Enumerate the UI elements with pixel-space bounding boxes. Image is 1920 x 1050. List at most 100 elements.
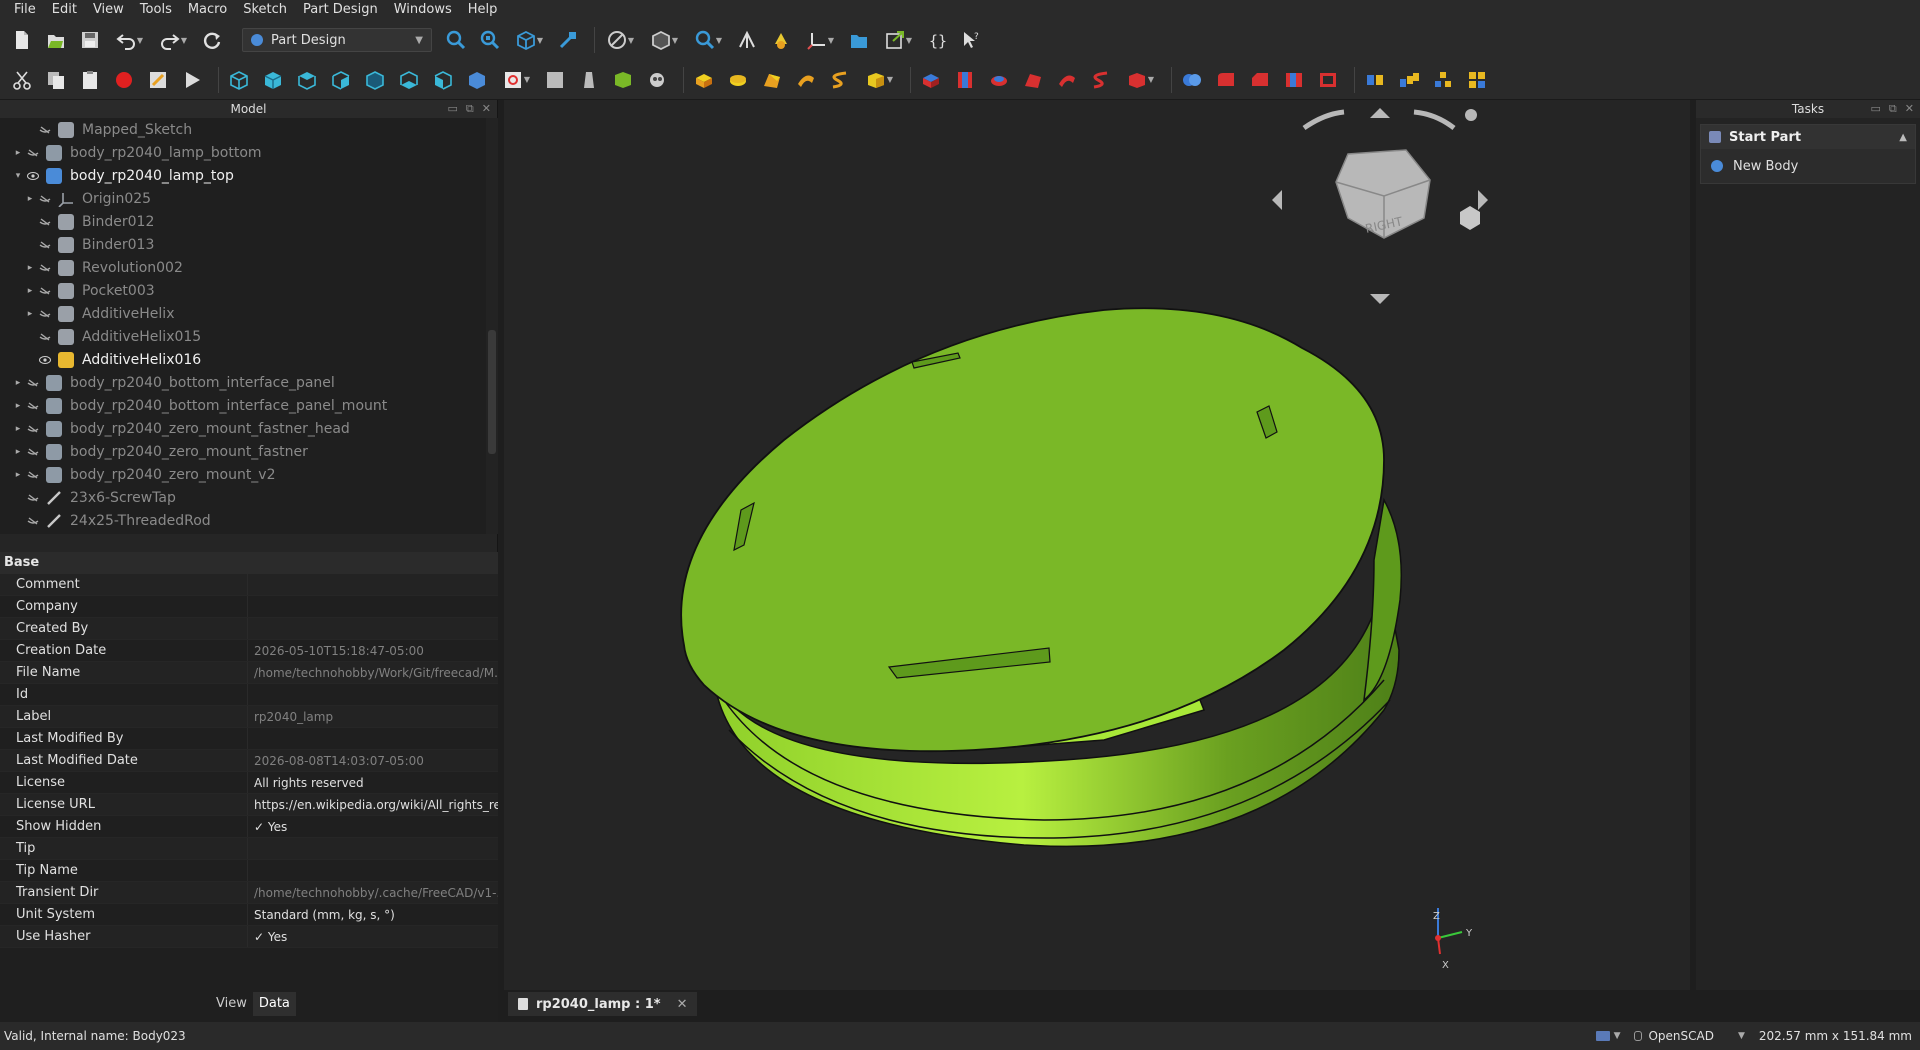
property-row[interactable]: Use Hasher ✓ Yes: [0, 926, 498, 948]
hidden-eye-icon[interactable]: [26, 146, 40, 160]
view-right-icon[interactable]: [327, 66, 355, 94]
hidden-eye-icon[interactable]: [26, 514, 40, 528]
tab-data[interactable]: Data: [252, 992, 296, 1016]
nav-rotate-right-icon[interactable]: [1478, 190, 1488, 210]
property-row[interactable]: Label rp2040_lamp: [0, 706, 498, 728]
property-row[interactable]: License All rights reserved: [0, 772, 498, 794]
nav-small-cube-icon[interactable]: [1460, 206, 1480, 230]
tree-item[interactable]: Binder012: [0, 210, 486, 233]
visible-eye-icon[interactable]: [38, 353, 52, 367]
measure-icon[interactable]: [554, 26, 582, 54]
property-row[interactable]: Created By: [0, 618, 498, 640]
tree-item[interactable]: AdditiveHelix016: [0, 348, 486, 371]
record-macro-icon[interactable]: [110, 66, 138, 94]
expand-arrow-icon[interactable]: ▸: [12, 424, 24, 434]
tree-item[interactable]: ▸ Pocket003: [0, 279, 486, 302]
redo-icon[interactable]: ▼: [154, 26, 192, 54]
subtractive-primitive-icon[interactable]: ▼: [1121, 66, 1159, 94]
subtractive-pipe-icon[interactable]: [1053, 66, 1081, 94]
navigation-cube[interactable]: RIGHT: [1272, 108, 1488, 304]
create-body-icon[interactable]: [463, 66, 491, 94]
property-row[interactable]: Last Modified Date 2026-08-08T14:03:07-05…: [0, 750, 498, 772]
notifications-icon[interactable]: ▼: [1595, 1031, 1620, 1041]
additive-pipe-icon[interactable]: [792, 66, 820, 94]
hidden-eye-icon[interactable]: [38, 192, 52, 206]
nav-rotate-up-icon[interactable]: [1370, 108, 1390, 118]
close-panel-icon[interactable]: ✕: [482, 102, 491, 116]
property-value[interactable]: /home/technohobby/Work/Git/freecad/M...: [248, 662, 498, 683]
refresh-icon[interactable]: [198, 26, 226, 54]
menu-help[interactable]: Help: [460, 0, 506, 20]
tree-item[interactable]: ▸ Origin025: [0, 187, 486, 210]
folder-icon[interactable]: [845, 26, 873, 54]
tree-item[interactable]: ▸ body_rp2040_bottom_interface_panel_moun…: [0, 394, 486, 417]
hidden-eye-icon[interactable]: [38, 238, 52, 252]
datum-point-icon[interactable]: [575, 66, 603, 94]
float-panel-icon[interactable]: ▭: [448, 102, 458, 116]
hidden-eye-icon[interactable]: [26, 468, 40, 482]
additive-helix-icon[interactable]: [826, 66, 854, 94]
property-value[interactable]: [248, 860, 498, 881]
hidden-eye-icon[interactable]: [26, 491, 40, 505]
property-row[interactable]: License URL https://en.wikipedia.org/wiki…: [0, 794, 498, 816]
hidden-eye-icon[interactable]: [26, 376, 40, 390]
property-row[interactable]: Last Modified By: [0, 728, 498, 750]
nav-rotate-down-icon[interactable]: [1370, 294, 1390, 304]
navigation-style-selector[interactable]: OpenSCAD ▼: [1634, 1029, 1745, 1043]
fillet-icon[interactable]: [1212, 66, 1240, 94]
whats-this-icon[interactable]: ?: [957, 26, 985, 54]
expand-arrow-icon[interactable]: ▸: [12, 378, 24, 388]
menu-sketch[interactable]: Sketch: [235, 0, 295, 20]
tree-item[interactable]: ▸ body_rp2040_zero_mount_v2: [0, 463, 486, 486]
boolean-icon[interactable]: [1178, 66, 1206, 94]
tree-item[interactable]: Mapped_Sketch: [0, 118, 486, 141]
menu-view[interactable]: View: [85, 0, 132, 20]
expand-arrow-icon[interactable]: ▸: [24, 263, 36, 273]
nav-roll-right-icon[interactable]: [1413, 109, 1456, 130]
cut-icon[interactable]: [8, 66, 36, 94]
export-icon[interactable]: ▼: [879, 26, 917, 54]
pocket-icon[interactable]: [917, 66, 945, 94]
tree-item[interactable]: ▸ Revolution002: [0, 256, 486, 279]
3d-scene[interactable]: RIGHT Z Y X: [504, 100, 1690, 990]
tree-item[interactable]: 23x6-ScrewTap: [0, 486, 486, 509]
additive-primitive-icon[interactable]: ▼: [860, 66, 898, 94]
tree-scrollbar[interactable]: [486, 118, 498, 534]
menu-macro[interactable]: Macro: [180, 0, 235, 20]
tree-item[interactable]: ▾ body_rp2040_lamp_top: [0, 164, 486, 187]
property-value[interactable]: [248, 684, 498, 705]
tree-item[interactable]: Binder013: [0, 233, 486, 256]
property-value[interactable]: Standard (mm, kg, s, °): [248, 904, 498, 925]
tree-item[interactable]: ▸ body_rp2040_lamp_bottom: [0, 141, 486, 164]
property-value[interactable]: rp2040_lamp: [248, 706, 498, 727]
chamfer-icon[interactable]: [1246, 66, 1274, 94]
property-row[interactable]: Tip: [0, 838, 498, 860]
property-value[interactable]: [248, 596, 498, 617]
multi-transform-icon[interactable]: [1463, 66, 1491, 94]
run-macro-icon[interactable]: [178, 66, 206, 94]
groove-icon[interactable]: [985, 66, 1013, 94]
menu-part-design[interactable]: Part Design: [295, 0, 386, 20]
undock-panel-icon[interactable]: ⧉: [466, 102, 474, 116]
property-value[interactable]: /home/technohobby/.cache/FreeCAD/v1-...: [248, 882, 498, 903]
tree-item[interactable]: 24x25-ThreadedRod: [0, 509, 486, 532]
menu-file[interactable]: File: [6, 0, 44, 20]
property-value[interactable]: [248, 838, 498, 859]
collapse-icon[interactable]: ▲: [1899, 132, 1907, 143]
property-value[interactable]: ✓ Yes: [248, 816, 498, 837]
menu-edit[interactable]: Edit: [44, 0, 85, 20]
macro-edit-icon[interactable]: [144, 66, 172, 94]
view-left-icon[interactable]: [429, 66, 457, 94]
model-tree[interactable]: Mapped_Sketch ▸ body_rp2040_lamp_bottom ▾ bo…: [0, 118, 486, 534]
property-row[interactable]: File Name/home/technohobby/Work/Git/free…: [0, 662, 498, 684]
3d-view[interactable]: RIGHT Z Y X: [504, 100, 1690, 990]
validate-sketch-icon[interactable]: [541, 66, 569, 94]
visible-eye-icon[interactable]: [26, 169, 40, 183]
expand-arrow-icon[interactable]: ▸: [24, 194, 36, 204]
menu-windows[interactable]: Windows: [386, 0, 460, 20]
save-icon[interactable]: [76, 26, 104, 54]
hidden-eye-icon[interactable]: [26, 399, 40, 413]
fit-selection-icon[interactable]: [476, 26, 504, 54]
hidden-eye-icon[interactable]: [38, 261, 52, 275]
property-row[interactable]: Creation Date 2026-05-10T15:18:47-05:00: [0, 640, 498, 662]
